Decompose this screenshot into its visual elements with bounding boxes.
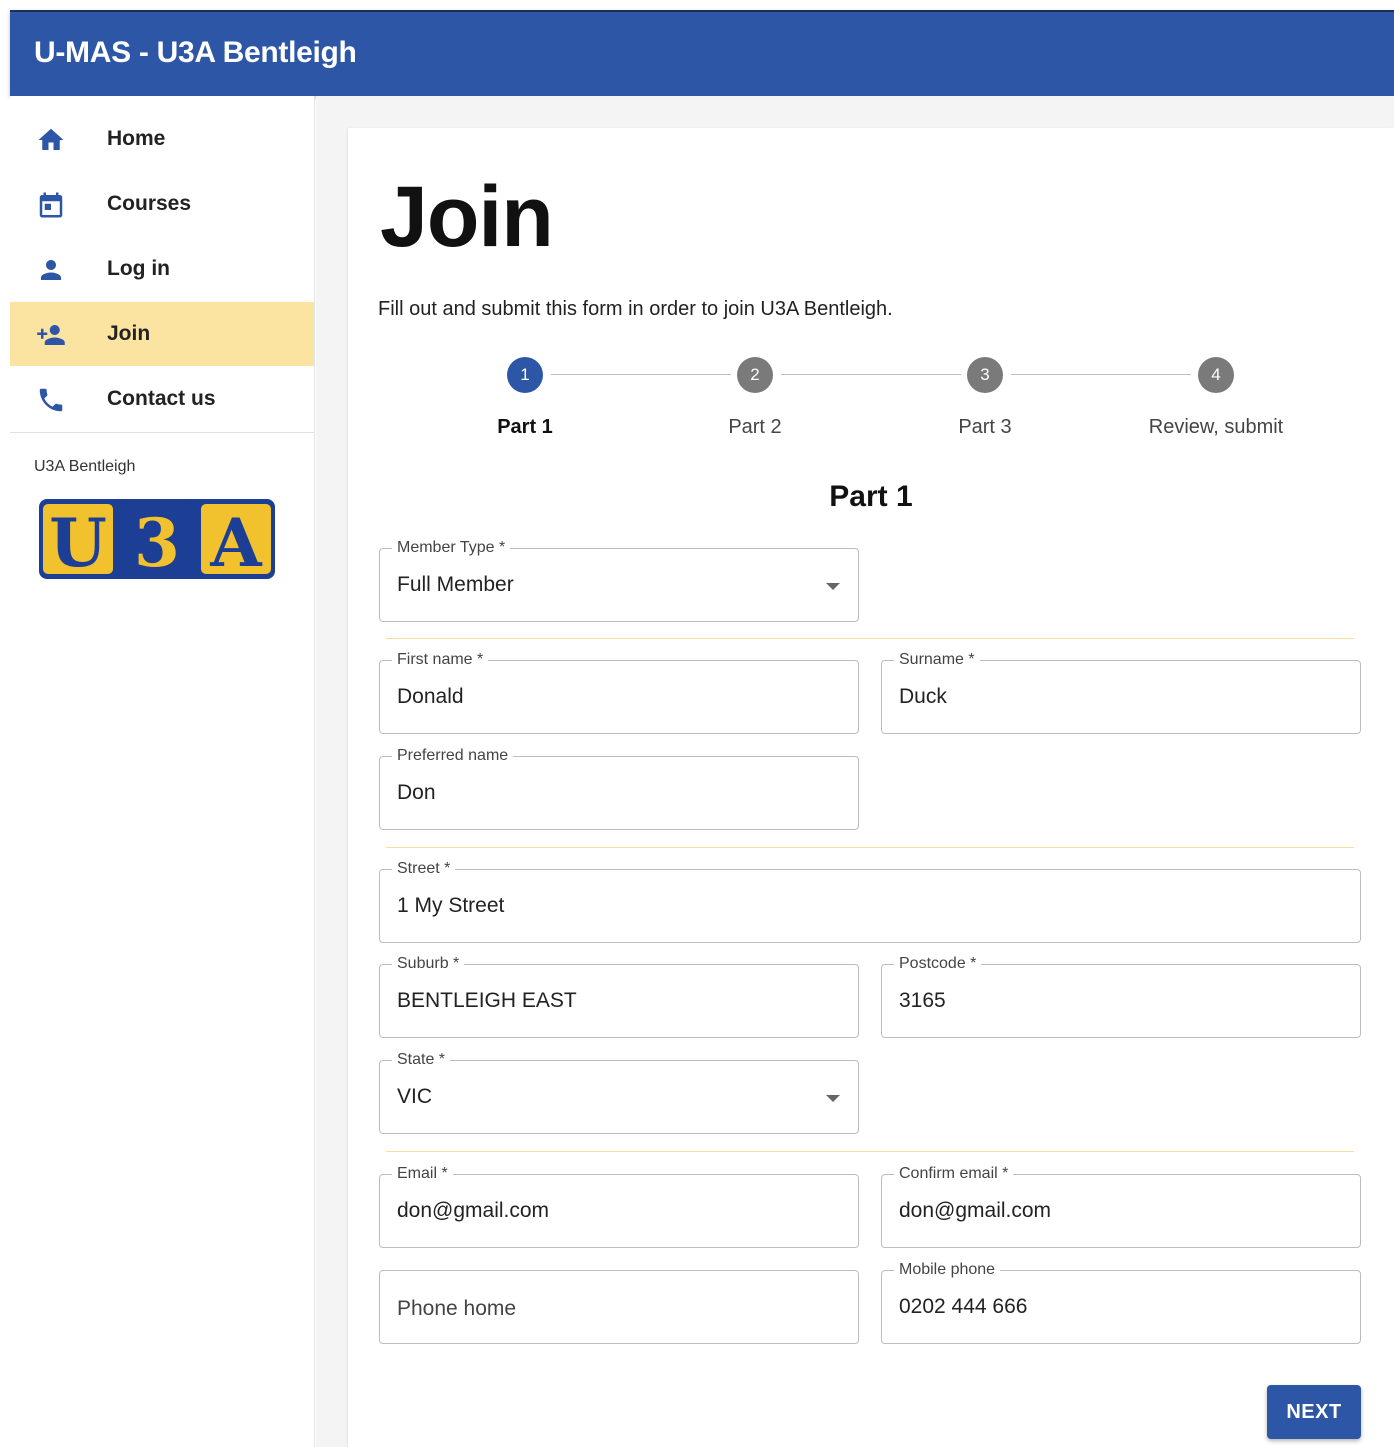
step-2-label: Part 2 — [728, 416, 782, 438]
first-name-field[interactable]: First name * Donald — [379, 648, 859, 734]
calendar-icon — [36, 190, 66, 220]
step-3-indicator[interactable]: 3 — [967, 357, 1003, 393]
sidebar: Home Courses Log in Join Contact us U3A … — [10, 96, 315, 1447]
sidebar-item-courses[interactable]: Courses — [10, 172, 314, 236]
stepper-connector — [551, 374, 731, 375]
email-value: don@gmail.com — [397, 1199, 550, 1222]
section-title: Part 1 — [829, 480, 913, 513]
preferred-name-label: Preferred name — [392, 744, 514, 768]
confirm-email-field[interactable]: Confirm email * don@gmail.com — [881, 1162, 1361, 1248]
window-top-strip — [0, 0, 1394, 10]
step-3-label: Part 3 — [958, 416, 1012, 438]
surname-label: Surname * — [894, 648, 980, 672]
sidebar-item-label: Join — [107, 322, 151, 345]
page-title: Join — [380, 169, 554, 265]
postcode-value: 3165 — [899, 989, 946, 1012]
first-name-value: Donald — [397, 685, 464, 708]
step-1-label: Part 1 — [497, 416, 553, 438]
sidebar-item-contact-us[interactable]: Contact us — [10, 367, 314, 431]
phone-home-field[interactable]: Phone home — [379, 1270, 859, 1344]
stepper-connector — [781, 374, 961, 375]
preferred-name-value: Don — [397, 781, 436, 804]
section-separator — [386, 638, 1354, 639]
first-name-label: First name * — [392, 648, 489, 672]
step-2-indicator[interactable]: 2 — [737, 357, 773, 393]
app-bar: U-MAS - U3A Bentleigh — [10, 10, 1394, 96]
section-separator — [386, 847, 1354, 848]
postcode-field[interactable]: Postcode * 3165 — [881, 952, 1361, 1038]
step-4-indicator[interactable]: 4 — [1198, 357, 1234, 393]
suburb-value: BENTLEIGH EAST — [397, 989, 577, 1012]
person-add-icon — [36, 320, 66, 350]
phone-icon — [36, 385, 66, 415]
street-field[interactable]: Street * 1 My Street — [379, 857, 1361, 943]
u3a-logo: U 3 A — [39, 499, 275, 580]
street-label: Street * — [392, 857, 456, 881]
street-value: 1 My Street — [397, 894, 505, 917]
page-intro: Fill out and submit this form in order t… — [378, 298, 893, 320]
sidebar-item-home[interactable]: Home — [10, 107, 314, 171]
section-separator — [386, 1151, 1354, 1152]
sidebar-item-label: Courses — [107, 192, 192, 215]
email-label: Email * — [392, 1162, 453, 1186]
surname-value: Duck — [899, 685, 947, 708]
dropdown-caret-icon — [826, 1095, 840, 1102]
logo-letter-3: 3 — [134, 504, 180, 580]
surname-field[interactable]: Surname * Duck — [881, 648, 1361, 734]
suburb-label: Suburb * — [392, 952, 465, 976]
member-type-value: Full Member — [397, 573, 514, 596]
sidebar-item-label: Home — [107, 127, 166, 150]
app-title: U-MAS - U3A Bentleigh — [34, 36, 357, 69]
state-select[interactable]: State * VIC — [379, 1048, 859, 1134]
stepper-connector — [1011, 374, 1191, 375]
person-icon — [36, 255, 66, 285]
preferred-name-field[interactable]: Preferred name Don — [379, 744, 859, 830]
sidebar-item-join[interactable]: Join — [10, 302, 314, 366]
state-value: VIC — [397, 1085, 433, 1108]
sidebar-divider — [10, 432, 314, 433]
sidebar-item-label: Log in — [107, 257, 170, 280]
confirm-email-label: Confirm email * — [894, 1162, 1014, 1186]
suburb-field[interactable]: Suburb * BENTLEIGH EAST — [379, 952, 859, 1038]
home-icon — [36, 125, 66, 155]
member-type-select[interactable]: Member Type * Full Member — [379, 536, 859, 622]
step-1-indicator[interactable]: 1 — [507, 357, 543, 393]
mobile-phone-value: 0202 444 666 — [899, 1295, 1028, 1318]
next-button[interactable]: NEXT — [1267, 1385, 1361, 1439]
member-type-label: Member Type * — [392, 536, 511, 560]
dropdown-caret-icon — [826, 583, 840, 590]
phone-home-placeholder: Phone home — [397, 1297, 517, 1320]
sidebar-item-login[interactable]: Log in — [10, 237, 314, 301]
sidebar-item-label: Contact us — [107, 387, 216, 410]
logo-letter-u: U — [49, 504, 107, 580]
confirm-email-value: don@gmail.com — [899, 1199, 1052, 1222]
email-field[interactable]: Email * don@gmail.com — [379, 1162, 859, 1248]
state-label: State * — [392, 1048, 451, 1072]
logo-letter-a: A — [209, 504, 262, 580]
mobile-phone-field[interactable]: Mobile phone 0202 444 666 — [881, 1258, 1361, 1344]
mobile-phone-label: Mobile phone — [894, 1258, 1001, 1282]
org-label: U3A Bentleigh — [34, 458, 136, 475]
step-4-label: Review, submit — [1148, 416, 1284, 438]
postcode-label: Postcode * — [894, 952, 982, 976]
